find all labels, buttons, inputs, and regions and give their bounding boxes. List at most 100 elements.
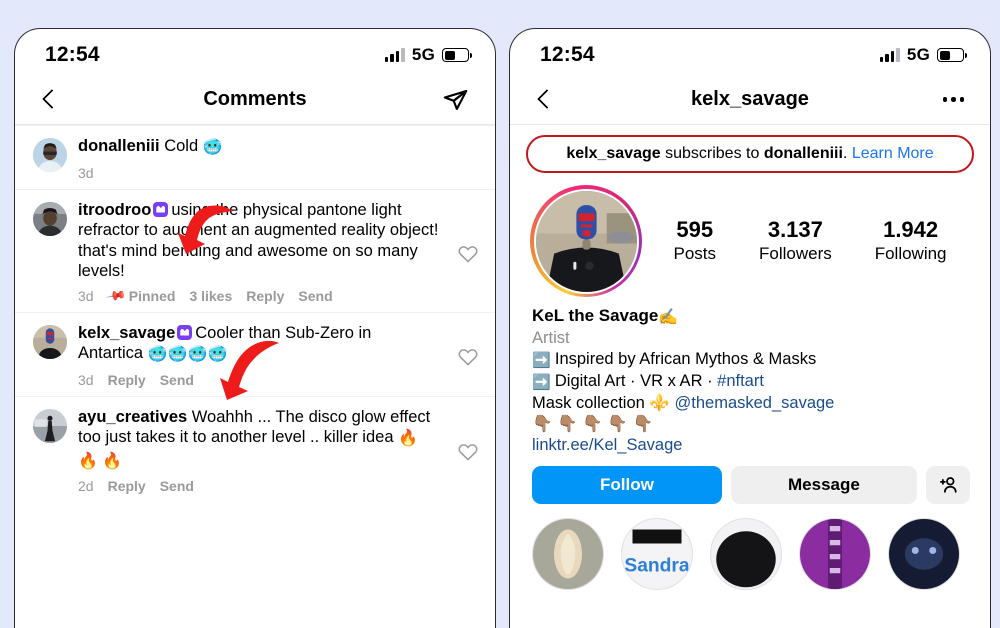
status-bar-right: 12:54 5G: [510, 29, 990, 75]
comment-meta: 2d Reply Send: [78, 478, 440, 494]
comment-send-button[interactable]: Send: [160, 478, 194, 494]
stat-label: Posts: [673, 244, 717, 263]
comment-emoji: 🥶🥶🥶🥶: [147, 346, 228, 363]
share-paper-plane-icon: [443, 89, 468, 111]
bio-line-text: Inspired by African Mythos & Masks: [554, 350, 817, 368]
back-chevron-icon[interactable]: [534, 89, 556, 111]
avatar-ayu-creatives[interactable]: [33, 408, 67, 443]
comment-row[interactable]: itroodroo using the physical pantone ligh…: [15, 190, 495, 313]
add-person-icon: [939, 477, 957, 493]
nav-bar-comments: Comments: [15, 75, 495, 125]
story-highlight-5[interactable]: [888, 518, 960, 590]
more-options-icon: [942, 97, 964, 102]
bio-line: ➡️ Inspired by African Mythos & Masks: [532, 349, 970, 371]
profile-stat-followers[interactable]: 3.137 Followers: [759, 217, 832, 265]
story-highlight-3[interactable]: [710, 518, 782, 590]
profile-category: Artist: [532, 329, 570, 347]
comment-reply-button[interactable]: Reply: [246, 288, 284, 304]
comment-reply-button[interactable]: Reply: [108, 478, 146, 494]
comment-body: kelx_savage Cooler than Sub-Zero in Antar…: [78, 323, 446, 388]
comment-meta: 3d Reply Send: [78, 372, 440, 388]
profile-display-name: KeL the Savage✍️: [532, 305, 970, 328]
stat-number: 3.137: [767, 217, 823, 242]
learn-more-link[interactable]: Learn More: [852, 145, 934, 162]
display-name-text: KeL the Savage: [532, 306, 659, 325]
comment-body: itroodroo using the physical pantone ligh…: [78, 200, 446, 306]
profile-username-title: kelx_savage: [691, 88, 809, 110]
follow-button[interactable]: Follow: [532, 466, 722, 504]
status-bar-left: 12:54 5G: [15, 29, 495, 75]
comment-meta: 3d: [78, 165, 473, 181]
stat-number: 1.942: [883, 217, 939, 242]
bio-line: 👇🏽 👇🏽 👇🏽 👇🏽 👇🏽: [532, 414, 970, 435]
comment-send-button[interactable]: Send: [160, 372, 194, 388]
subscription-banner: kelx_savage subscribes to donalleniii. L…: [526, 135, 974, 173]
profile-avatar-ring[interactable]: [530, 185, 642, 297]
bio-line-text: 👇🏽 👇🏽 👇🏽 👇🏽 👇🏽: [532, 415, 654, 433]
add-person-button[interactable]: [926, 466, 970, 504]
status-indicators: 5G: [384, 45, 472, 65]
comment-username[interactable]: itroodroo: [78, 201, 151, 219]
comment-timestamp: 3d: [78, 371, 94, 388]
profile-bio: KeL the Savage✍️ Artist ➡️ Inspired by A…: [510, 297, 990, 456]
network-label: 5G: [906, 45, 930, 64]
profile-action-buttons: Follow Message: [510, 456, 990, 504]
bio-line-link[interactable]: #nftart: [717, 372, 764, 390]
story-highlight-1[interactable]: [532, 518, 604, 590]
like-heart-icon[interactable]: [457, 441, 479, 461]
phone-panel-profile: 12:54 5G kelx_savage kelx_savage subscri…: [509, 28, 991, 628]
profile-stat-following[interactable]: 1.942 Following: [875, 217, 947, 265]
comment-row[interactable]: kelx_savage Cooler than Sub-Zero in Antar…: [15, 313, 495, 397]
comment-text: donalleniii Cold 🥶: [78, 136, 473, 159]
phone-panel-comments: 12:54 5G Comments donalleniii Cold 🥶 3d it…: [14, 28, 496, 628]
right-arrow-icon: ➡️: [532, 374, 555, 391]
comment-likes-count[interactable]: 3 likes: [189, 288, 232, 304]
subscriber-badge-icon: [177, 324, 193, 340]
avatar-itroodroo[interactable]: [33, 201, 67, 236]
comment-username[interactable]: kelx_savage: [78, 324, 175, 342]
bio-line-link[interactable]: @themasked_savage: [675, 394, 835, 412]
battery-icon: [937, 48, 967, 62]
more-options-button[interactable]: [942, 97, 964, 102]
pinned-label: Pinned: [128, 287, 176, 304]
profile-website-link[interactable]: linktr.ee/Kel_Savage: [532, 435, 970, 456]
profile-stat-posts[interactable]: 595 Posts: [673, 217, 716, 265]
stat-number: 595: [676, 217, 714, 242]
pinned-indicator: 📌 Pinned: [105, 284, 176, 306]
bio-lines: ➡️ Inspired by African Mythos & Masks ➡️ …: [532, 349, 970, 435]
bio-line: ➡️ Digital Art · VR x AR · #nftart: [532, 371, 970, 393]
like-heart-icon[interactable]: [457, 243, 479, 263]
story-highlight-4[interactable]: [799, 518, 871, 590]
story-highlights: Sandra: [510, 504, 990, 590]
right-arrow-icon: ➡️: [532, 352, 555, 369]
comment-timestamp: 2d: [78, 478, 94, 494]
writing-hand-icon: ✍️: [658, 309, 679, 326]
comment-text: ayu_creatives Woahhh ... The disco glow …: [78, 407, 440, 473]
stat-label: Followers: [758, 244, 832, 263]
comment-text: itroodroo using the physical pantone ligh…: [78, 200, 440, 282]
avatar-donalleniii[interactable]: [33, 138, 67, 172]
nav-bar-profile: kelx_savage: [510, 75, 990, 125]
comment-row[interactable]: ayu_creatives Woahhh ... The disco glow …: [15, 397, 495, 503]
status-clock: 12:54: [45, 43, 100, 66]
comment-row[interactable]: donalleniii Cold 🥶 3d: [15, 126, 495, 190]
share-button[interactable]: [442, 86, 469, 113]
comment-meta: 3d 📌 Pinned 3 likes Reply Send: [78, 284, 440, 306]
signal-bars-icon: [384, 48, 405, 62]
comment-reply-button[interactable]: Reply: [108, 372, 146, 388]
comment-send-button[interactable]: Send: [298, 288, 332, 304]
message-button[interactable]: Message: [730, 466, 917, 504]
creator-name: donalleniii: [763, 145, 843, 162]
avatar-kelx-savage[interactable]: [33, 324, 67, 359]
status-indicators: 5G: [879, 45, 967, 65]
subscriber-badge-icon: [153, 201, 169, 217]
bio-line-text: Mask collection ⚜️: [532, 394, 675, 412]
pin-icon: 📌: [105, 284, 127, 306]
comment-body: ayu_creatives Woahhh ... The disco glow …: [78, 407, 446, 495]
like-heart-icon[interactable]: [457, 346, 479, 366]
story-highlight-2[interactable]: Sandra: [621, 518, 693, 590]
comment-timestamp: 3d: [78, 164, 94, 181]
comment-username[interactable]: donalleniii: [78, 137, 164, 155]
back-chevron-icon[interactable]: [39, 89, 61, 111]
comment-username[interactable]: ayu_creatives: [78, 408, 192, 426]
